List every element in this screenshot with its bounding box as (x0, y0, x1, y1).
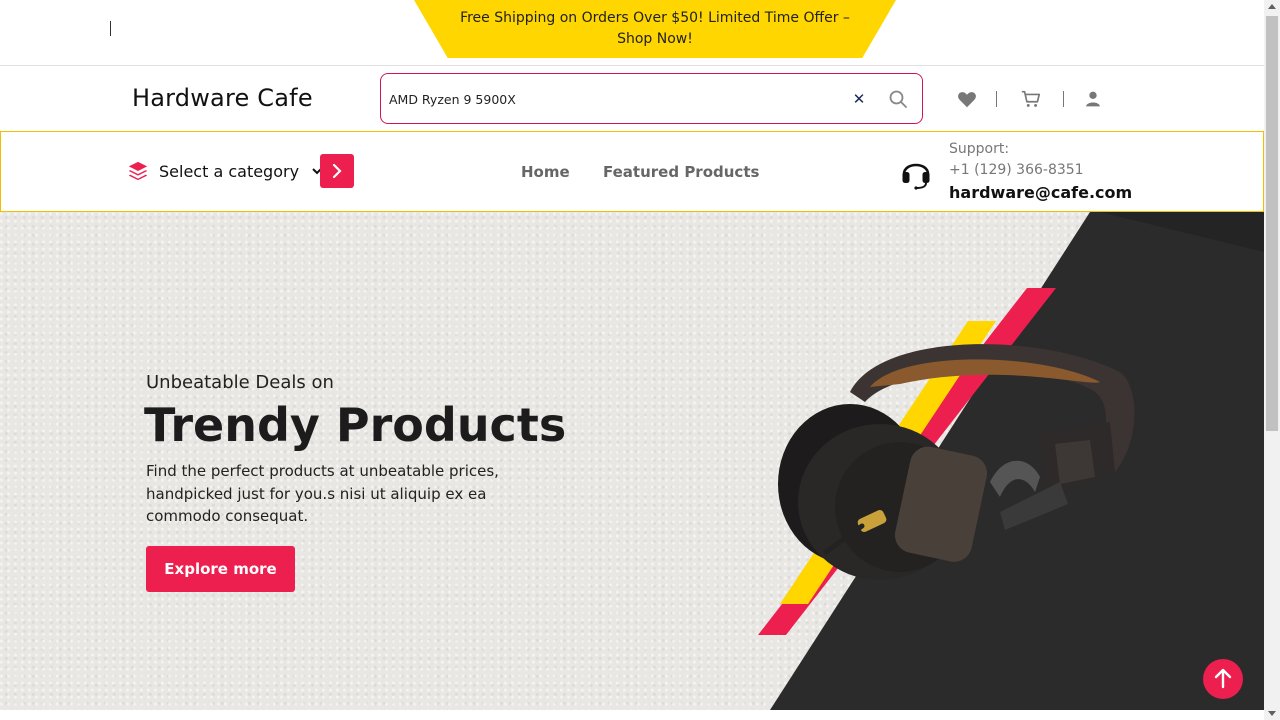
category-label[interactable]: Select a category (159, 162, 299, 181)
arrow-up-icon (1214, 668, 1232, 689)
scroll-down-arrow-icon[interactable] (1268, 711, 1276, 716)
hero-headline: Trendy Products (144, 398, 567, 452)
search-icon[interactable] (887, 88, 909, 110)
search-box[interactable]: ✕ (380, 73, 923, 124)
scroll-up-arrow-icon[interactable] (1268, 4, 1276, 9)
category-select[interactable]: Select a category (127, 160, 323, 182)
divider (1063, 91, 1064, 107)
page: Free Shipping on Orders Over $50! Limite… (0, 0, 1280, 720)
hero-banner: Unbeatable Deals on Trendy Products Find… (0, 212, 1264, 710)
back-to-top-button[interactable] (1203, 659, 1243, 699)
cart-icon[interactable] (1020, 88, 1042, 110)
scrollbar-thumb[interactable] (1266, 16, 1278, 431)
hero-kicker: Unbeatable Deals on (146, 372, 334, 393)
promo-text[interactable]: Free Shipping on Orders Over $50! Limite… (454, 8, 856, 50)
text-caret (110, 21, 111, 36)
chevron-right-icon (332, 163, 342, 179)
header: Hardware Cafe ✕ (0, 66, 1264, 132)
promo-banner[interactable]: Free Shipping on Orders Over $50! Limite… (414, 0, 896, 58)
page-bottom-strip (0, 710, 1264, 720)
category-go-button[interactable] (320, 154, 354, 188)
hero-description: Find the perfect products at unbeatable … (146, 462, 499, 525)
heart-icon[interactable] (956, 88, 978, 110)
support-label: Support: (949, 141, 1010, 157)
explore-more-button[interactable]: Explore more (146, 546, 295, 592)
nav-link-featured-products[interactable]: Featured Products (603, 163, 759, 181)
category-nav-bar: Select a category Home Featured Products… (0, 131, 1264, 212)
divider (996, 91, 997, 107)
top-bar: Free Shipping on Orders Over $50! Limite… (0, 0, 1264, 66)
search-input[interactable] (389, 88, 829, 110)
nav-link-home[interactable]: Home (521, 163, 570, 181)
layers-icon (128, 161, 148, 181)
support-phone[interactable]: +1 (129) 366-8351 (949, 162, 1084, 178)
support-email[interactable]: hardware@cafe.com (949, 183, 1132, 202)
site-logo[interactable]: Hardware Cafe (132, 84, 313, 112)
headset-icon (902, 163, 930, 190)
user-icon[interactable] (1082, 88, 1104, 110)
close-icon[interactable]: ✕ (849, 89, 869, 109)
